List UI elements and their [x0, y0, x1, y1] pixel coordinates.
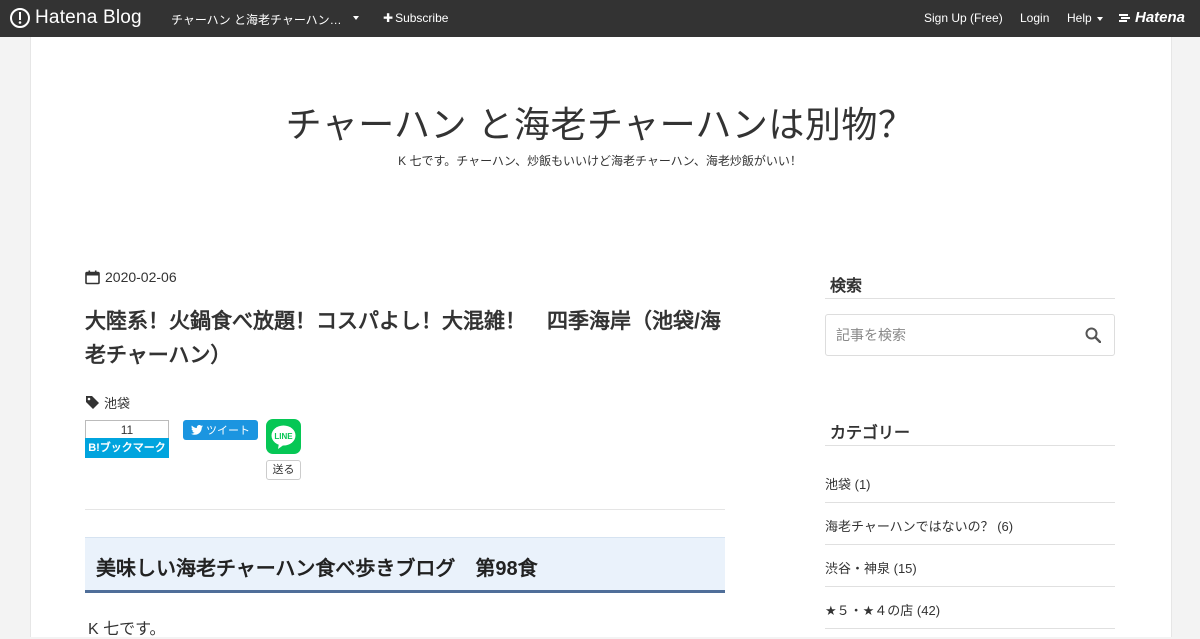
category-divider	[825, 586, 1115, 587]
caret-down-icon[interactable]	[353, 16, 359, 20]
subscribe-label: Subscribe	[395, 11, 449, 25]
category-divider	[825, 502, 1115, 503]
entry-title[interactable]: 大陸系！火鍋食べ放題！コスパよし！大混雑！ 四季海岸（池袋/海老チャーハン）	[85, 305, 725, 373]
category-divider	[825, 628, 1115, 629]
line-icon: LINE	[271, 425, 296, 449]
search-module-divider	[825, 298, 1115, 299]
sidebar-category-link[interactable]: 海老チャーハンではないの？ (6)	[825, 516, 1115, 535]
category-module-divider	[825, 445, 1115, 446]
section-heading-text: 美味しい海老チャーハン食べ歩きブログ 第98食	[96, 558, 538, 580]
login-link[interactable]: Login	[1020, 11, 1049, 25]
tweet-button[interactable]: ツイート	[183, 420, 258, 440]
hatena-blog-logo[interactable]: Hatena Blog	[10, 7, 142, 29]
sidebar-category-link[interactable]: 渋谷・神泉 (15)	[825, 558, 1115, 577]
tweet-label: ツイート	[206, 425, 250, 437]
line-icon-text: LINE	[274, 432, 293, 441]
entry-category-label: 池袋	[104, 396, 131, 411]
tag-icon	[86, 396, 99, 409]
entry-date[interactable]: 2020-02-06	[85, 269, 177, 285]
search-icon[interactable]	[1085, 327, 1101, 343]
section-heading: 美味しい海老チャーハン食べ歩きブログ 第98食	[85, 537, 725, 593]
line-send-button[interactable]: 送る	[266, 460, 301, 480]
entry-category[interactable]: 池袋	[85, 393, 130, 412]
help-menu[interactable]: Help	[1067, 11, 1092, 25]
subscribe-button[interactable]: ✚ Subscribe	[383, 11, 448, 25]
category-divider	[825, 544, 1115, 545]
global-header: Hatena Blog チャーハン と海老チャーハン… ✚ Subscribe S…	[0, 0, 1200, 37]
entry-divider	[85, 509, 725, 510]
sidebar-category-link[interactable]: 池袋 (1)	[825, 474, 1115, 493]
hatena-logo-text: Hatena	[1135, 9, 1186, 26]
hatena-logo[interactable]: Hatena	[1118, 9, 1185, 26]
search-module-heading: 検索	[830, 278, 863, 295]
plus-icon: ✚	[383, 11, 394, 25]
calendar-icon	[85, 270, 100, 284]
entry-date-text: 2020-02-06	[105, 269, 177, 285]
caret-down-icon[interactable]	[1097, 17, 1103, 21]
hatena-blog-logo-icon	[10, 8, 30, 28]
search-form	[825, 314, 1115, 356]
line-share-button[interactable]: LINE	[266, 419, 301, 454]
category-module-heading: カテゴリー	[830, 425, 911, 442]
hatena-blog-logo-text: Hatena Blog	[35, 7, 142, 28]
hatena-bookmark-button[interactable]: 11 B!ブックマーク	[85, 420, 169, 458]
blog-title-menu[interactable]: チャーハン と海老チャーハン…	[171, 11, 342, 28]
twitter-bird-icon	[191, 425, 203, 435]
bookmark-count[interactable]: 11	[85, 420, 169, 438]
blog-description: K 七です。チャーハン、炒飯もいいけど海老チャーハン、海老炒飯がいい！	[398, 154, 802, 168]
blog-title[interactable]: チャーハン と海老チャーハンは別物？	[0, 96, 1200, 148]
entry-body-text: K 七です。	[88, 621, 166, 638]
sidebar-category-link[interactable]: ★５・★４の店 (42)	[825, 600, 1115, 619]
search-input[interactable]	[826, 315, 1076, 355]
signup-link[interactable]: Sign Up (Free)	[924, 11, 1003, 25]
hatena-swoosh-icon	[1119, 13, 1130, 22]
bookmark-label[interactable]: B!ブックマーク	[85, 438, 169, 458]
